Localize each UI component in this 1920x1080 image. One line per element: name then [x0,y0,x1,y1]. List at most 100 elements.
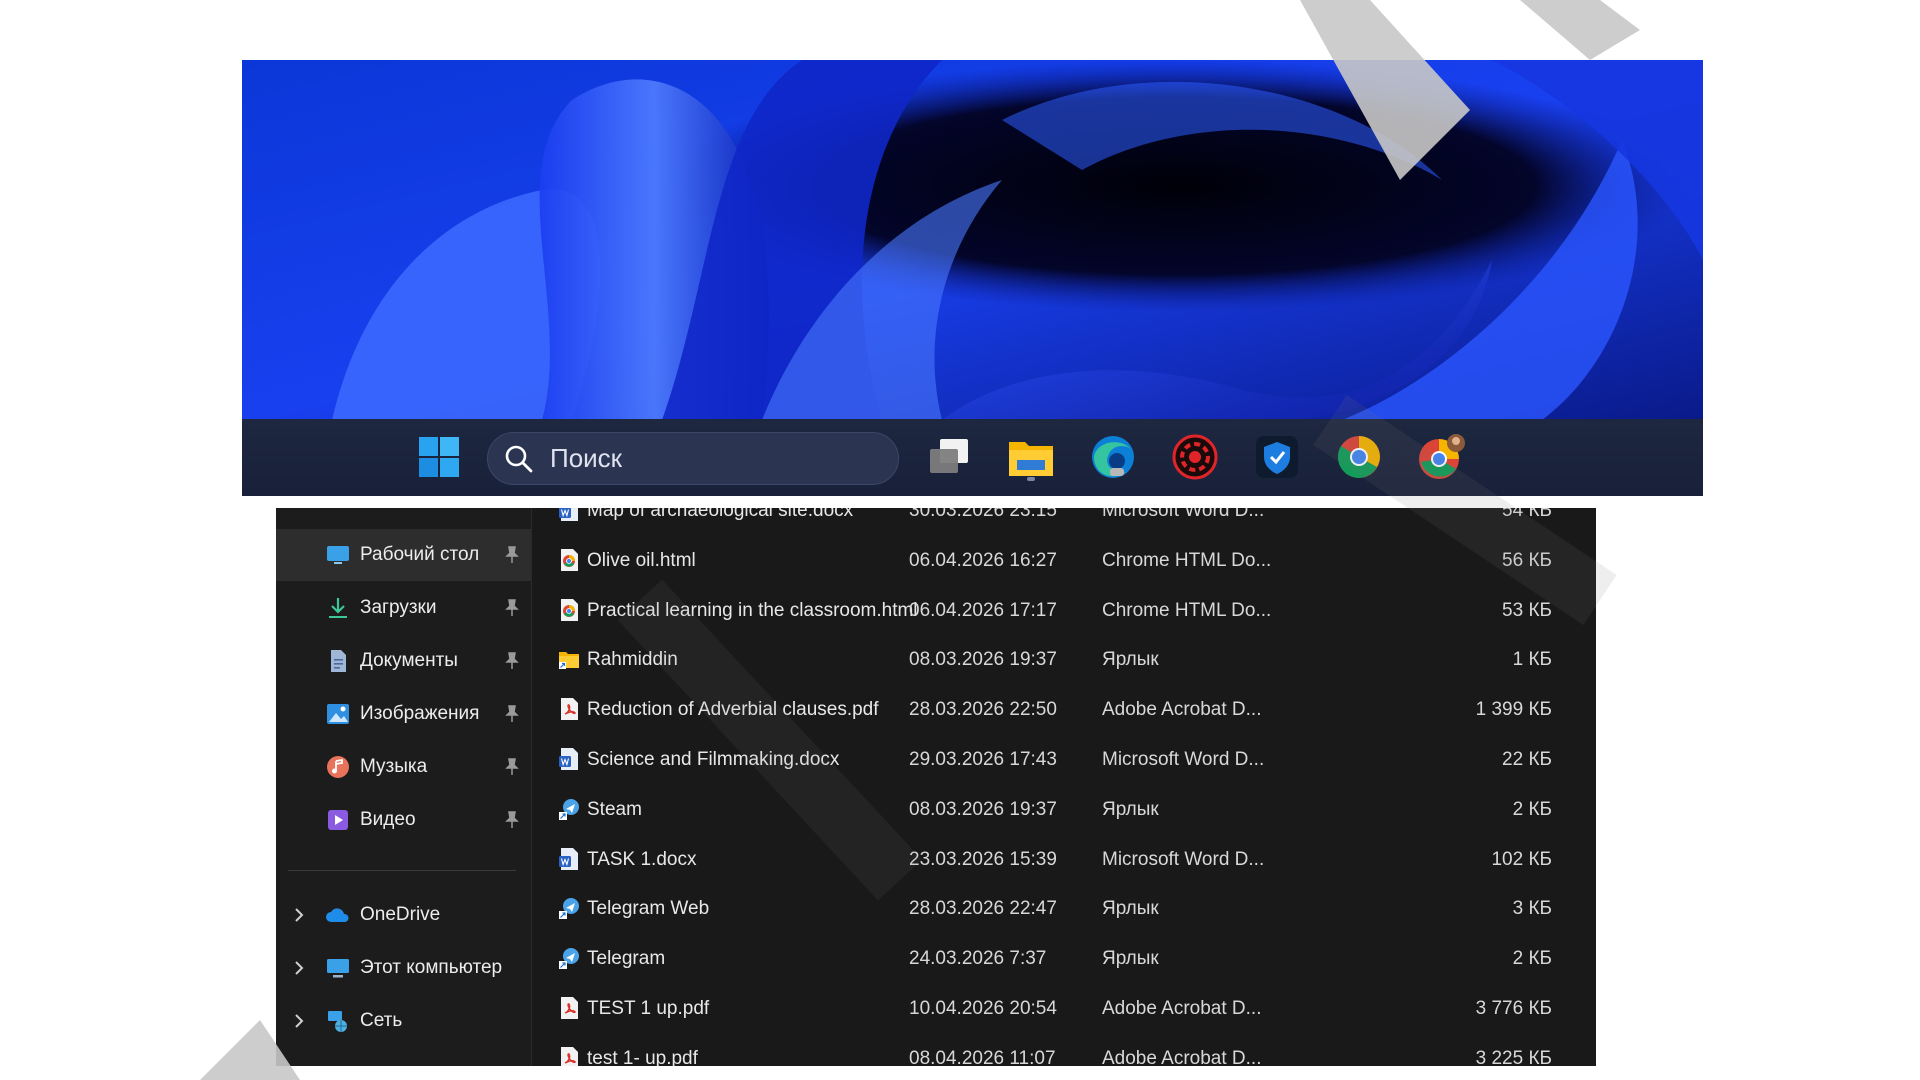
network-icon [328,1011,347,1032]
file-name: Steam [587,798,642,820]
file-row[interactable]: Olive oil.html 06.04.2026 16:27 Chrome HTM… [532,536,1596,585]
sidebar-item-this-pc[interactable]: Этот компьютер [276,942,531,994]
file-name: Practical learning in the classroom.html [587,599,918,621]
wallpaper-bloom [242,60,1703,420]
file-date-modified: 28.03.2026 22:47 [909,898,1057,920]
file-name: Telegram Web [587,898,710,920]
sidebar-item-downloads[interactable]: Загрузки [276,582,531,634]
pin-icon[interactable] [504,811,520,829]
pin-icon[interactable] [504,652,520,670]
sidebar-item-videos[interactable]: Видео [276,794,531,846]
file-row[interactable]: Science and Filmmaking.docx 29.03.2026 17… [532,735,1596,784]
this-pc-icon [327,959,349,978]
chevron-right-icon[interactable] [292,959,306,977]
file-type: Ярлык [1102,798,1159,820]
file-row[interactable]: Practical learning in the classroom.html… [532,586,1596,635]
word-icon [558,847,580,871]
file-row[interactable]: test 1- up.pdf 08.04.2026 11:07 Adobe Acro… [532,1034,1596,1066]
file-type: Microsoft Word D... [1102,848,1265,870]
task-view-icon[interactable] [922,430,976,484]
sidebar-item-pictures[interactable]: Изображения [276,688,531,740]
search-placeholder: Поиск [550,443,623,473]
sidebar-item-label: OneDrive [360,904,441,925]
chrome-html-icon [558,598,580,622]
file-row[interactable]: TEST 1 up.pdf 10.04.2026 20:54 Adobe Acrob… [532,984,1596,1033]
file-row[interactable]: Reduction of Adverbial clauses.pdf 28.03.… [532,685,1596,734]
videos-icon [328,810,348,830]
file-size: 22 КБ [1502,749,1552,770]
sidebar-item-music[interactable]: Музыка [276,741,531,793]
file-size: 3 776 КБ [1475,998,1552,1019]
documents-icon [331,650,346,672]
active-indicator [1027,477,1035,481]
chrome-html-icon [558,548,580,572]
taskbar: Поиск [242,419,1703,496]
file-date-modified: 28.03.2026 22:50 [909,699,1057,721]
file-date-modified: 30.03.2026 23:15 [909,508,1057,521]
file-size: 53 КБ [1502,599,1552,621]
file-row[interactable]: Map of archaeological site.docx 30.03.202… [532,508,1596,535]
sidebar-item-label: Музыка [360,756,428,777]
sidebar-item-label: Этот компьютер [360,957,503,978]
pin-icon[interactable] [504,599,520,617]
shortcut-icon [558,946,580,970]
file-date-modified: 29.03.2026 17:43 [909,749,1057,770]
chevron-right-icon[interactable] [292,906,306,924]
edge-icon[interactable] [1086,430,1140,484]
sidebar-item-desktop[interactable]: Рабочий стол [276,529,531,581]
chevron-right-icon[interactable] [292,1012,306,1030]
file-type: Adobe Acrobat D... [1102,998,1262,1019]
file-date-modified: 06.04.2026 16:27 [909,549,1057,571]
file-name: test 1- up.pdf [587,1047,698,1066]
desktop-taskbar-screenshot: Поиск [242,60,1703,496]
file-name: Rahmiddin [587,649,678,671]
file-name: TASK 1.docx [587,848,697,870]
file-row[interactable]: TASK 1.docx 23.03.2026 15:39 Microsoft Wor… [532,835,1596,884]
pin-icon[interactable] [504,758,520,776]
file-name: TEST 1 up.pdf [587,998,710,1019]
navigation-pane: Рабочий стол Загрузки Документы Изображе… [276,508,531,1066]
file-name: Map of archaeological site.docx [587,508,854,521]
pin-icon[interactable] [504,546,520,564]
file-explorer-icon[interactable] [1004,430,1058,484]
file-type: Microsoft Word D... [1102,749,1265,770]
chrome-profile-icon[interactable] [1414,430,1468,484]
desktop-icon [327,546,349,564]
file-row[interactable]: Telegram 24.03.2026 7:37 Ярлык 2 КБ [532,934,1596,983]
pin-icon[interactable] [504,705,520,723]
file-row[interactable]: Steam 08.03.2026 19:37 Ярлык 2 КБ [532,785,1596,834]
file-type: Chrome HTML Do... [1102,599,1272,621]
downloads-icon [329,598,347,618]
chrome-icon[interactable] [1332,430,1386,484]
sidebar-item-label: Загрузки [360,597,437,618]
sidebar-item-network[interactable]: Сеть [276,995,531,1047]
shield-app-icon[interactable] [1250,430,1304,484]
sidebar-item-documents[interactable]: Документы [276,635,531,687]
sidebar-item-onedrive[interactable]: OneDrive [276,889,531,941]
file-type: Ярлык [1102,898,1159,920]
file-size: 1 399 КБ [1475,699,1552,721]
shortcut-icon [558,896,580,920]
file-type: Ярлык [1102,948,1159,970]
folder-shortcut-icon [558,647,580,671]
sidebar-item-label: Изображения [360,703,480,724]
file-row[interactable]: Rahmiddin 08.03.2026 19:37 Ярлык 1 КБ [532,635,1596,684]
windows-start-icon[interactable] [412,430,466,484]
file-name: Olive oil.html [587,549,696,571]
pdf-icon [558,1046,580,1066]
taskbar-search-box[interactable]: Поиск [487,432,899,485]
pictures-icon [327,704,349,724]
sidebar-item-label: Видео [360,809,416,830]
file-date-modified: 10.04.2026 20:54 [909,998,1057,1019]
sidebar-divider [288,870,516,871]
file-list: Map of archaeological site.docx 30.03.202… [532,508,1596,1066]
red-app-icon[interactable] [1168,430,1222,484]
file-row[interactable]: Telegram Web 28.03.2026 22:47 Ярлык 3 КБ [532,884,1596,933]
file-name: Reduction of Adverbial clauses.pdf [587,699,879,721]
file-type: Adobe Acrobat D... [1102,699,1262,721]
file-date-modified: 06.04.2026 17:17 [909,599,1057,621]
pdf-icon [558,697,580,721]
file-date-modified: 08.03.2026 19:37 [909,649,1057,671]
file-date-modified: 23.03.2026 15:39 [909,848,1057,870]
search-icon [504,444,544,474]
